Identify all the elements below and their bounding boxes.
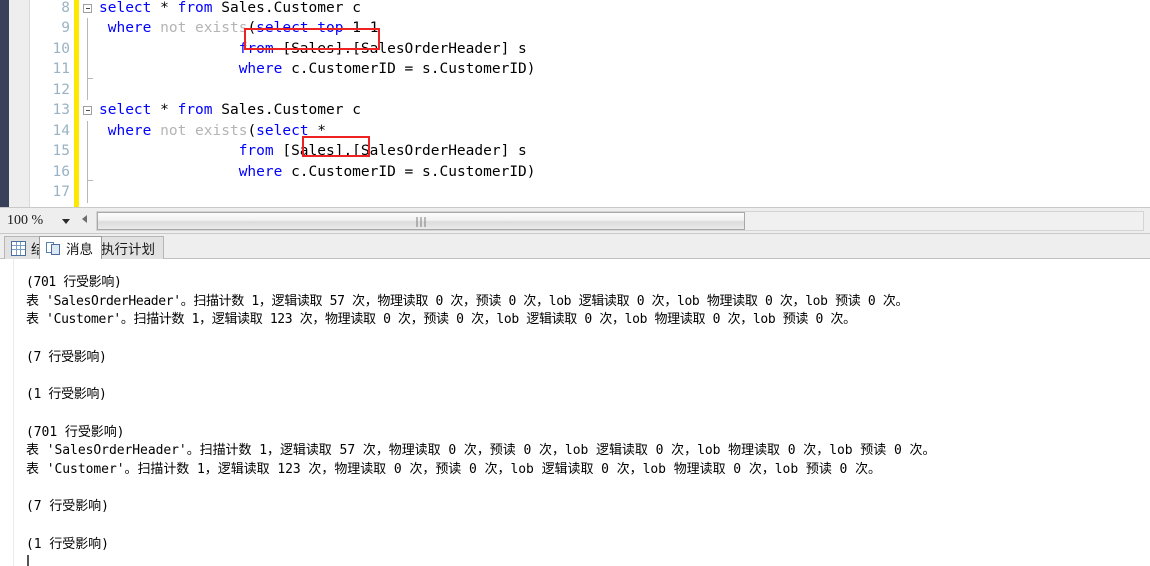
code-token: Sales.Customer c: [212, 0, 361, 16]
code-token: from: [238, 143, 274, 159]
annotation-highlight-box: [302, 136, 370, 157]
code-line[interactable]: where c.CustomerID = s.CustomerID): [99, 59, 536, 80]
scrollbar-grip-icon: [416, 217, 426, 227]
code-token: *: [151, 0, 178, 16]
message-line: (7 行受影响): [26, 499, 109, 515]
code-line[interactable]: where c.CustomerID = s.CustomerID): [99, 162, 536, 183]
message-line: (701 行受影响): [26, 424, 125, 440]
code-token: c.CustomerID = s.CustomerID): [282, 163, 536, 180]
grid-icon: [11, 240, 26, 256]
outline-guide-line: [87, 161, 88, 182]
code-token: (: [247, 122, 257, 139]
editor-bottom-strip: 100 %: [0, 207, 1150, 234]
editor-change-indicator-bar: [74, 0, 79, 207]
outline-guide-foot: [87, 77, 93, 79]
zoom-level-combobox[interactable]: 100 %: [4, 211, 76, 231]
code-token: Sales.Customer c: [212, 102, 361, 118]
editor-indicator-margin[interactable]: [9, 0, 30, 207]
editor-horizontal-scrollbar[interactable]: [96, 211, 1144, 231]
message-line: (1 行受影响): [26, 536, 109, 552]
result-tab-2[interactable]: 消息: [39, 236, 102, 259]
message-line: (1 行受影响): [26, 387, 107, 403]
messages-left-margin: [0, 259, 14, 566]
code-token: c.CustomerID = s.CustomerID): [282, 61, 536, 77]
code-token: select: [256, 122, 309, 139]
code-line[interactable]: select * from Sales.Customer c: [99, 100, 361, 121]
outline-guide-line: [87, 79, 88, 100]
outline-guide-line: [87, 120, 88, 141]
code-token: where: [238, 163, 283, 180]
message-line: (7 行受影响): [26, 349, 107, 365]
message-line: 表 'SalesOrderHeader'。扫描计数 1，逻辑读取 57 次，物理…: [26, 443, 936, 459]
line-number: 14: [52, 122, 70, 139]
result-tab-label: 执行计划: [101, 242, 155, 257]
editor-selection-margin: [0, 0, 9, 207]
line-number: 9: [61, 20, 70, 36]
outline-collapse-icon[interactable]: [83, 3, 92, 13]
message-line: (701 行受影响): [26, 275, 122, 290]
outline-guide-line: [87, 59, 88, 80]
code-token: where: [238, 61, 283, 77]
messages-output-pane[interactable]: (701 行受影响) 表 'SalesOrderHeader'。扫描计数 1，逻辑…: [0, 259, 1150, 566]
code-token: not exists: [160, 20, 248, 36]
message-line: 表 'Customer'。扫描计数 1，逻辑读取 123 次，物理读取 0 次，…: [26, 462, 882, 477]
code-line[interactable]: select * from Sales.Customer c: [99, 0, 361, 18]
code-token: not exists: [160, 122, 248, 139]
outline-guide-foot: [87, 180, 93, 181]
outline-guide-line: [87, 38, 88, 59]
line-number: 12: [52, 81, 70, 98]
line-number: 13: [52, 102, 70, 118]
code-line[interactable]: where not exists(select *: [99, 121, 335, 142]
code-token: where: [107, 122, 152, 139]
scrollbar-thumb[interactable]: [97, 212, 745, 230]
code-token: from: [177, 102, 213, 118]
outline-collapse-icon[interactable]: [83, 106, 92, 115]
outline-guide-line: [87, 182, 88, 203]
text-caret: [27, 555, 29, 566]
query-editor-pane[interactable]: 8 select * from Sales.Customer c 9 where n…: [0, 0, 1150, 207]
zoom-level-value: 100 %: [7, 213, 44, 228]
message-line: 表 'SalesOrderHeader'。扫描计数 1，逻辑读取 57 次，物理…: [26, 293, 909, 309]
arrow-left-icon[interactable]: [82, 215, 87, 223]
code-token: where: [107, 20, 152, 36]
code-token: select: [99, 0, 152, 16]
line-number: 11: [52, 61, 70, 77]
line-number: 8: [61, 0, 70, 16]
annotation-highlight-box: [244, 28, 380, 50]
line-number: 15: [52, 143, 70, 159]
message-line: 表 'Customer'。扫描计数 1，逻辑读取 123 次，物理读取 0 次，…: [26, 312, 856, 328]
code-token: *: [151, 102, 178, 118]
code-token: from: [177, 0, 213, 16]
outline-guide-line: [87, 141, 88, 162]
code-token: select: [99, 102, 152, 118]
line-number: 16: [52, 163, 70, 180]
document-icon: [46, 241, 61, 256]
result-pane-tabstrip[interactable]: 结果消息执行计划: [0, 234, 1150, 259]
chevron-down-icon[interactable]: [62, 218, 70, 224]
line-number: 10: [52, 40, 70, 57]
result-tab-label: 消息: [66, 242, 93, 257]
line-number: 17: [52, 184, 70, 200]
outline-guide-line: [87, 18, 88, 39]
